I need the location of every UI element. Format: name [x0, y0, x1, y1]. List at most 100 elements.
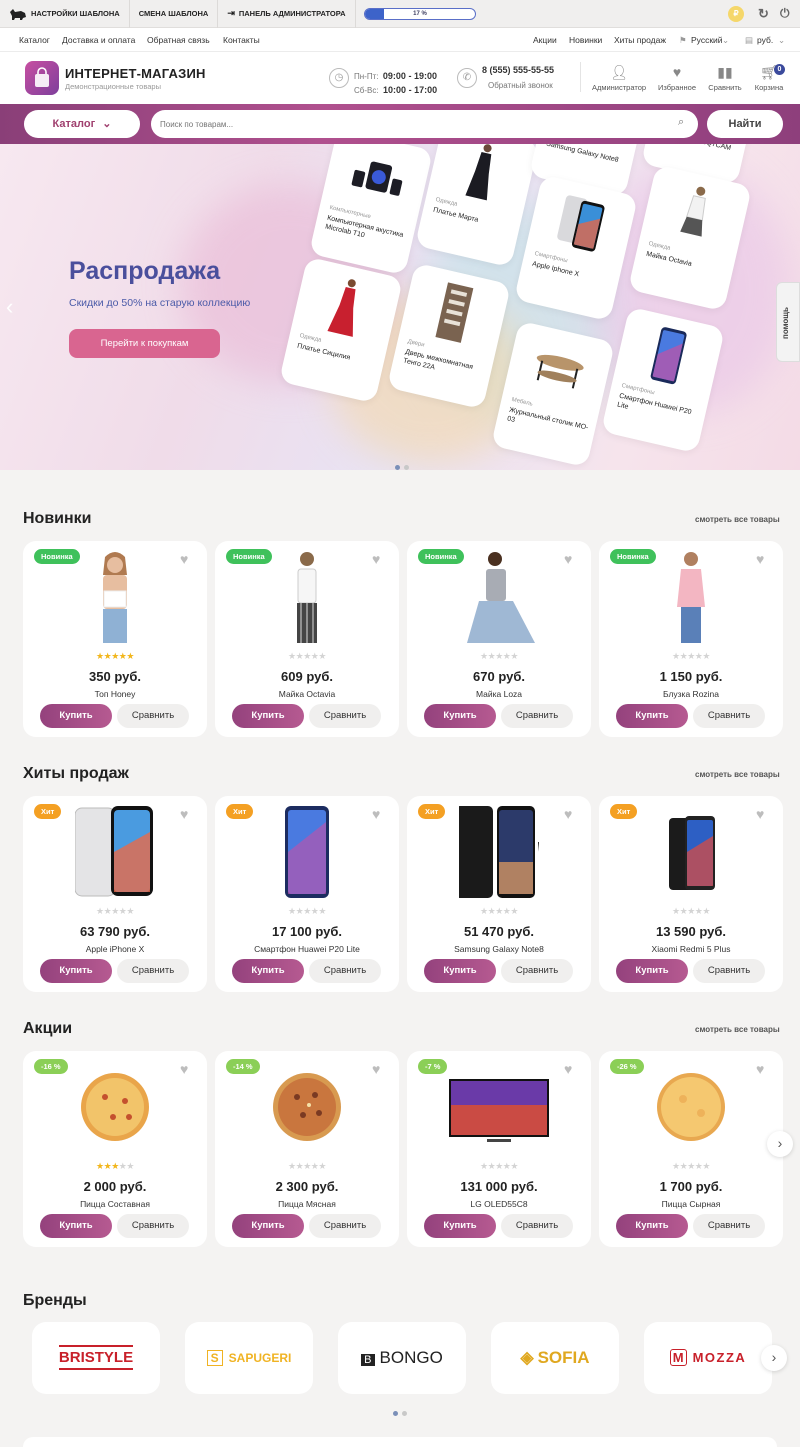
admin-panel-link[interactable]: ⇥ ПАНЕЛЬ АДМИНИСТРАТОРА: [218, 0, 356, 28]
currency-select[interactable]: руб.: [757, 35, 773, 45]
heart-icon[interactable]: ♥: [564, 551, 572, 567]
product-name[interactable]: Майка Octavia: [215, 689, 399, 699]
nav-sales[interactable]: Акции: [533, 35, 557, 45]
heart-icon[interactable]: ♥: [756, 806, 764, 822]
compare-button[interactable]: Сравнить: [117, 1214, 189, 1238]
catalog-button[interactable]: Каталог ⌄: [24, 110, 140, 138]
hero-prev-arrow[interactable]: ‹: [6, 294, 13, 320]
language-select[interactable]: Русский: [691, 35, 723, 45]
hero-dot[interactable]: [395, 465, 400, 470]
product-card[interactable]: Хит ♥ ★★★★★ 17 100 руб. Смартфон Huawei …: [215, 796, 399, 992]
buy-button[interactable]: Купить: [232, 959, 304, 983]
compare-button[interactable]: Сравнить: [693, 704, 765, 728]
buy-button[interactable]: Купить: [40, 959, 112, 983]
heart-icon[interactable]: ♥: [756, 1061, 764, 1077]
nav-delivery[interactable]: Доставка и оплата: [62, 35, 135, 45]
product-card[interactable]: Новинка ♥ ★★★★★ 1 150 руб. Блузка Rozina…: [599, 541, 783, 737]
buy-button[interactable]: Купить: [616, 959, 688, 983]
account-button[interactable]: 👤︎ Администратор: [591, 64, 647, 92]
product-card[interactable]: -14 % ♥ ★★★★★ 2 300 руб. Пицца Мясная Ку…: [215, 1051, 399, 1247]
product-card[interactable]: Новинка ♥ ★★★★★ 670 руб. Майка Loza Купи…: [407, 541, 591, 737]
product-name[interactable]: Майка Loza: [407, 689, 591, 699]
compare-button[interactable]: Сравнить: [117, 959, 189, 983]
product-name[interactable]: Samsung Galaxy Note8: [407, 944, 591, 954]
nav-new[interactable]: Новинки: [569, 35, 602, 45]
heart-icon[interactable]: ♥: [372, 1061, 380, 1077]
product-name[interactable]: Блузка Rozina: [599, 689, 783, 699]
product-card[interactable]: -7 % ♥ ★★★★★ 131 000 руб. LG OLED55C8 Ку…: [407, 1051, 591, 1247]
favorites-button[interactable]: ♥ Избранное: [657, 64, 697, 92]
heart-icon[interactable]: ♥: [180, 551, 188, 567]
compare-button[interactable]: Сравнить: [693, 1214, 765, 1238]
search-input[interactable]: [151, 110, 698, 138]
brands-next-arrow[interactable]: ›: [761, 1345, 787, 1371]
buy-button[interactable]: Купить: [40, 1214, 112, 1238]
refresh-icon[interactable]: ↻: [758, 6, 769, 22]
heart-icon[interactable]: ♥: [756, 551, 764, 567]
product-name[interactable]: Топ Honey: [23, 689, 207, 699]
power-icon[interactable]: ⏻: [780, 6, 790, 21]
buy-button[interactable]: Купить: [424, 959, 496, 983]
buy-button[interactable]: Купить: [40, 704, 112, 728]
product-card[interactable]: Хит ♥ ★★★★★ 13 590 руб. Xiaomi Redmi 5 P…: [599, 796, 783, 992]
product-name[interactable]: Пицца Сырная: [599, 1199, 783, 1209]
phone-number[interactable]: 8 (555) 555-55-55: [482, 65, 554, 75]
admin-logo[interactable]: НАСТРОЙКИ ШАБЛОНА: [0, 0, 130, 28]
brand-sapugeri[interactable]: S SAPUGERI: [185, 1322, 313, 1394]
product-name[interactable]: Пицца Мясная: [215, 1199, 399, 1209]
buy-button[interactable]: Купить: [616, 1214, 688, 1238]
nav-catalog[interactable]: Каталог: [19, 35, 50, 45]
brand-bristyle[interactable]: BRISTYLE: [32, 1322, 160, 1394]
view-all-hits[interactable]: смотреть все товары: [695, 770, 780, 779]
heart-icon[interactable]: ♥: [372, 806, 380, 822]
product-card[interactable]: Новинка ♥ ★★★★★ 350 руб. Топ Honey Купит…: [23, 541, 207, 737]
nav-feedback[interactable]: Обратная связь: [147, 35, 210, 45]
compare-button[interactable]: Сравнить: [501, 1214, 573, 1238]
admin-change-template[interactable]: СМЕНА ШАБЛОНА: [130, 0, 219, 28]
product-card[interactable]: Хит ♥ ★★★★★ 51 470 руб. Samsung Galaxy N…: [407, 796, 591, 992]
compare-button[interactable]: ▮▮ Сравнить: [705, 64, 745, 92]
compare-button[interactable]: Сравнить: [309, 704, 381, 728]
brands-dot[interactable]: [402, 1411, 407, 1416]
buy-button[interactable]: Купить: [232, 1214, 304, 1238]
compare-button[interactable]: Сравнить: [501, 959, 573, 983]
product-name[interactable]: LG OLED55C8: [407, 1199, 591, 1209]
product-name[interactable]: Xiaomi Redmi 5 Plus: [599, 944, 783, 954]
brands-dot[interactable]: [393, 1411, 398, 1416]
product-name[interactable]: Пицца Составная: [23, 1199, 207, 1209]
compare-button[interactable]: Сравнить: [501, 704, 573, 728]
heart-icon[interactable]: ♥: [180, 1061, 188, 1077]
sales-next-arrow[interactable]: ›: [767, 1131, 793, 1157]
search-button[interactable]: Найти: [707, 110, 783, 138]
buy-button[interactable]: Купить: [424, 1214, 496, 1238]
shop-logo[interactable]: [25, 61, 59, 95]
product-card[interactable]: -26 % ♥ ★★★★★ 1 700 руб. Пицца Сырная Ку…: [599, 1051, 783, 1247]
compare-button[interactable]: Сравнить: [117, 704, 189, 728]
search-icon[interactable]: ⌕: [678, 116, 684, 129]
compare-button[interactable]: Сравнить: [693, 959, 765, 983]
nav-hits[interactable]: Хиты продаж: [614, 35, 666, 45]
hero-shop-button[interactable]: Перейти к покупкам: [69, 329, 220, 358]
callback-link[interactable]: Обратный звонок: [488, 81, 553, 90]
brand-mozza[interactable]: M MOZZA: [644, 1322, 772, 1394]
product-name[interactable]: Apple iPhone X: [23, 944, 207, 954]
buy-button[interactable]: Купить: [424, 704, 496, 728]
product-card[interactable]: Хит ♥ ★★★★★ 63 790 руб. Apple iPhone X К…: [23, 796, 207, 992]
product-name[interactable]: Смартфон Huawei P20 Lite: [215, 944, 399, 954]
buy-button[interactable]: Купить: [616, 704, 688, 728]
shop-title[interactable]: ИНТЕРНЕТ-МАГАЗИН: [65, 66, 206, 81]
buy-button[interactable]: Купить: [232, 704, 304, 728]
product-card[interactable]: Новинка ♥ ★★★★★ 609 руб. Майка Octavia К…: [215, 541, 399, 737]
brand-bongo[interactable]: B BONGO: [338, 1322, 466, 1394]
view-all-new[interactable]: смотреть все товары: [695, 515, 780, 524]
brand-sofia[interactable]: ◈ SOFIA: [491, 1322, 619, 1394]
compare-button[interactable]: Сравнить: [309, 1214, 381, 1238]
hero-dot[interactable]: [404, 465, 409, 470]
compare-button[interactable]: Сравнить: [309, 959, 381, 983]
coin-icon[interactable]: ₽: [728, 6, 744, 22]
product-card[interactable]: -16 % ♥ ★★★★★ 2 000 руб. Пицца Составная…: [23, 1051, 207, 1247]
heart-icon[interactable]: ♥: [180, 806, 188, 822]
heart-icon[interactable]: ♥: [372, 551, 380, 567]
heart-icon[interactable]: ♥: [564, 1061, 572, 1077]
heart-icon[interactable]: ♥: [564, 806, 572, 822]
